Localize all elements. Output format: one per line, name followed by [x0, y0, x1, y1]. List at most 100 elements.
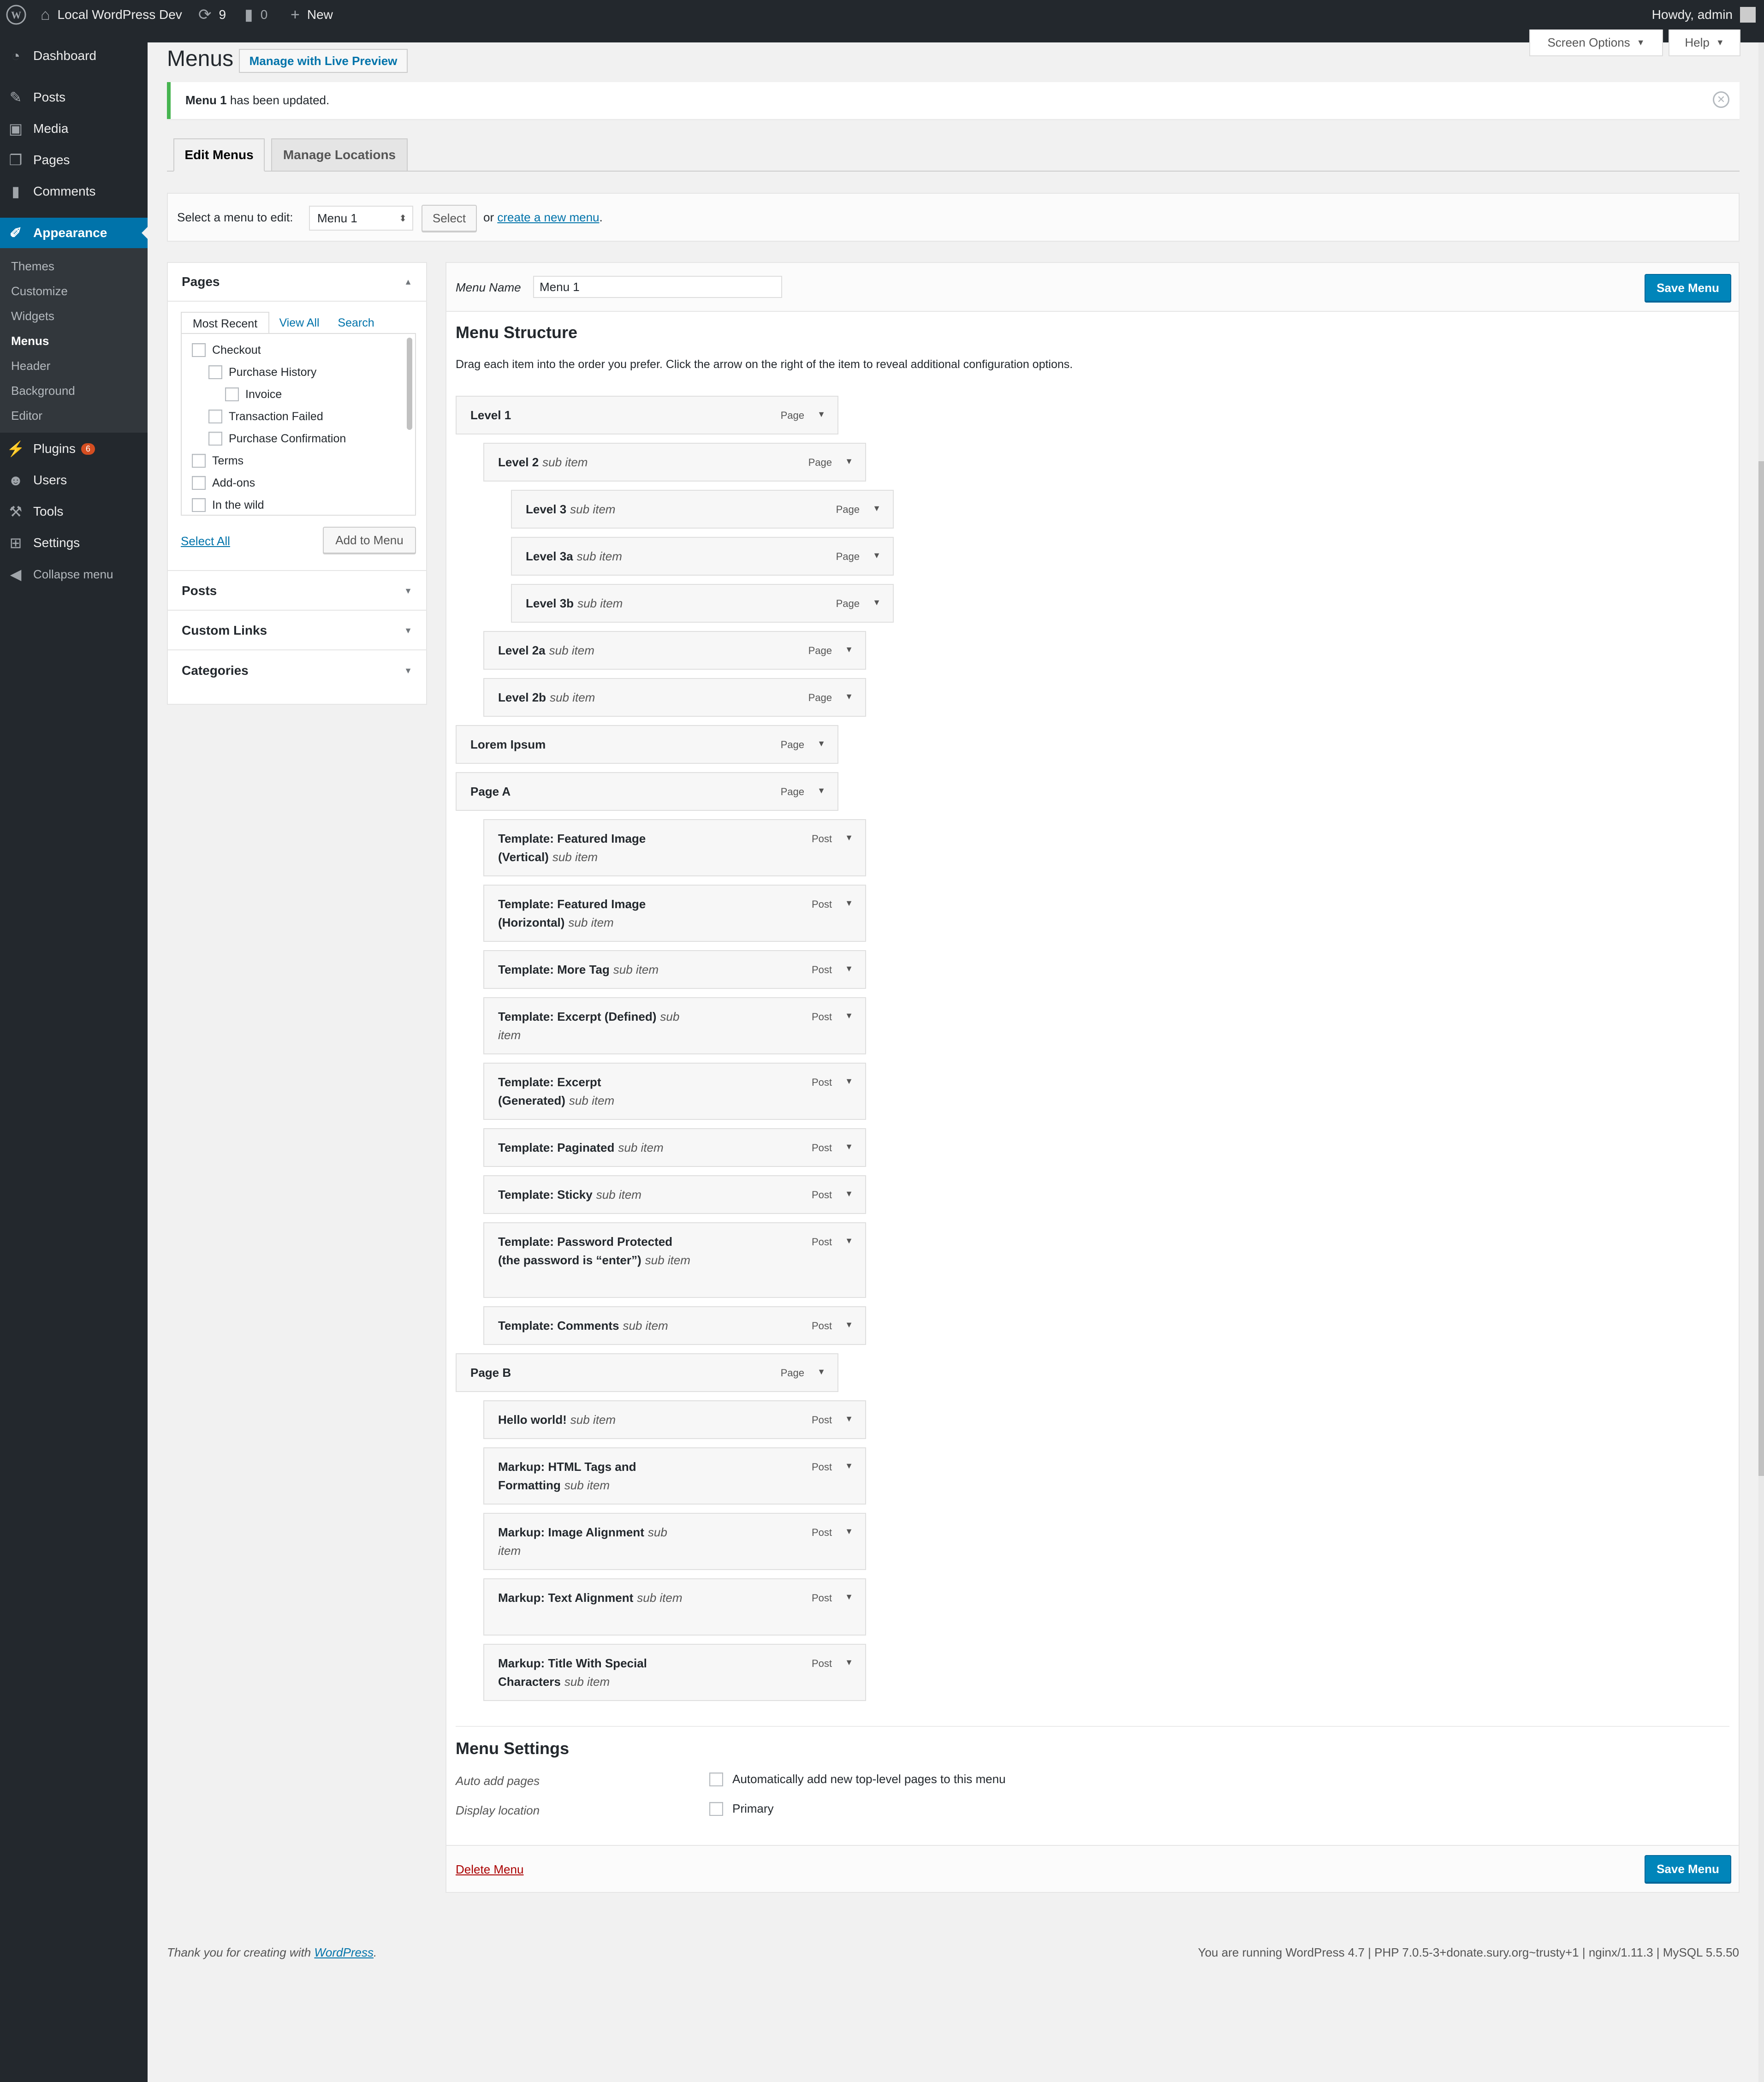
list-item[interactable]: Purchase Confirmation — [208, 432, 346, 446]
menu-item-row[interactable]: Page A Page ▼ — [456, 772, 838, 811]
sidebar-item-appearance[interactable]: ✐ Appearance — [0, 218, 148, 248]
menu-item-row[interactable]: Level 3a sub item Page ▼ — [511, 537, 894, 576]
select-all-link[interactable]: Select All — [181, 534, 230, 548]
submenu-themes[interactable]: Themes — [11, 259, 54, 274]
checkbox[interactable] — [225, 387, 239, 401]
item-edit-toggle-icon[interactable]: ▼ — [845, 1461, 853, 1471]
item-edit-toggle-icon[interactable]: ▼ — [845, 1320, 853, 1330]
new-content-link[interactable]: + New — [291, 0, 333, 30]
page-scrollbar-thumb[interactable] — [1758, 461, 1764, 1476]
menu-item-row[interactable]: Template: Paginated sub item Post ▼ — [483, 1128, 866, 1167]
item-edit-toggle-icon[interactable]: ▼ — [845, 1592, 853, 1602]
checkbox[interactable] — [192, 476, 206, 490]
checkbox[interactable] — [208, 365, 222, 379]
updates-link[interactable]: ⟳ 9 — [198, 0, 226, 30]
menu-item-row[interactable]: Markup: HTML Tags and Formatting sub item… — [483, 1447, 866, 1505]
list-item[interactable]: Terms — [192, 454, 244, 468]
menu-item-row[interactable]: Level 2 sub item Page ▼ — [483, 443, 866, 482]
site-name-link[interactable]: ⌂ Local WordPress Dev — [41, 0, 182, 30]
menu-item-row[interactable]: Markup: Text Alignment sub item Post ▼ — [483, 1578, 866, 1636]
item-edit-toggle-icon[interactable]: ▼ — [845, 1189, 853, 1199]
sidebar-item-plugins[interactable]: ⚡ Plugins 6 — [0, 434, 148, 464]
menu-item-row[interactable]: Level 3 sub item Page ▼ — [511, 490, 894, 529]
menu-item-row[interactable]: Template: Featured Image (Vertical) sub i… — [483, 819, 866, 876]
submenu-customize[interactable]: Customize — [11, 284, 68, 298]
collapse-menu-button[interactable]: ◀ Collapse menu — [0, 559, 148, 589]
menu-item-row[interactable]: Template: More Tag sub item Post ▼ — [483, 950, 866, 989]
accordion-pages-header[interactable]: Pages ▲ — [168, 263, 426, 302]
add-to-menu-button[interactable]: Add to Menu — [323, 527, 416, 553]
item-edit-toggle-icon[interactable]: ▼ — [873, 504, 881, 513]
accordion-categories-header[interactable]: Categories ▼ — [168, 651, 426, 690]
checkbox[interactable] — [192, 498, 206, 512]
checkbox[interactable] — [192, 454, 206, 468]
accordion-custom-links-header[interactable]: Custom Links ▼ — [168, 612, 426, 650]
checkbox[interactable] — [208, 432, 222, 446]
sidebar-item-posts[interactable]: ✎ Posts — [0, 82, 148, 113]
primary-location-checkbox[interactable] — [709, 1802, 723, 1816]
submenu-editor[interactable]: Editor — [11, 409, 42, 423]
tab-edit-menus[interactable]: Edit Menus — [173, 138, 265, 172]
comments-link[interactable]: ▮ 0 — [244, 0, 267, 30]
menu-item-row[interactable]: Level 2b sub item Page ▼ — [483, 678, 866, 717]
menu-item-row[interactable]: Template: Sticky sub item Post ▼ — [483, 1175, 866, 1214]
menu-item-row[interactable]: Markup: Image Alignment sub item Post ▼ — [483, 1513, 866, 1570]
submenu-widgets[interactable]: Widgets — [11, 309, 54, 323]
item-edit-toggle-icon[interactable]: ▼ — [845, 1142, 853, 1152]
tab-search[interactable]: Search — [328, 312, 384, 334]
menu-item-row[interactable]: Template: Password Protected (the passwo… — [483, 1222, 866, 1298]
tab-view-all[interactable]: View All — [274, 312, 325, 334]
item-edit-toggle-icon[interactable]: ▼ — [845, 898, 853, 908]
sidebar-item-tools[interactable]: ⚒ Tools — [0, 496, 148, 527]
save-menu-button-bottom[interactable]: Save Menu — [1645, 1855, 1731, 1883]
checkbox[interactable] — [192, 343, 206, 357]
my-account-link[interactable]: Howdy, admin — [1652, 0, 1756, 30]
list-item[interactable]: In the wild — [192, 498, 264, 512]
live-preview-button[interactable]: Manage with Live Preview — [239, 49, 408, 73]
item-edit-toggle-icon[interactable]: ▼ — [817, 739, 826, 749]
list-item[interactable]: Purchase History — [208, 365, 316, 379]
menu-item-row[interactable]: Hello world! sub item Post ▼ — [483, 1400, 866, 1439]
list-item[interactable]: Invoice — [225, 387, 282, 401]
display-location-option[interactable]: Primary — [709, 1802, 774, 1816]
tab-manage-locations[interactable]: Manage Locations — [271, 138, 408, 172]
item-edit-toggle-icon[interactable]: ▼ — [845, 645, 853, 654]
sidebar-item-media[interactable]: ▣ Media — [0, 113, 148, 144]
menu-item-row[interactable]: Level 3b sub item Page ▼ — [511, 584, 894, 623]
item-edit-toggle-icon[interactable]: ▼ — [845, 1414, 853, 1424]
item-edit-toggle-icon[interactable]: ▼ — [845, 457, 853, 466]
item-edit-toggle-icon[interactable]: ▼ — [845, 1658, 853, 1667]
item-edit-toggle-icon[interactable]: ▼ — [845, 964, 853, 974]
dismiss-icon[interactable]: ✕ — [1713, 91, 1729, 108]
item-edit-toggle-icon[interactable]: ▼ — [817, 1367, 826, 1377]
submenu-header[interactable]: Header — [11, 359, 50, 373]
sidebar-item-settings[interactable]: ⊞ Settings — [0, 528, 148, 558]
menu-item-row[interactable]: Markup: Title With Special Characters sub… — [483, 1644, 866, 1701]
wordpress-logo-icon[interactable]: W — [5, 3, 28, 26]
submenu-menus[interactable]: Menus — [11, 334, 49, 348]
menu-item-row[interactable]: Lorem Ipsum Page ▼ — [456, 725, 838, 764]
select-button[interactable]: Select — [422, 205, 477, 232]
menu-item-row[interactable]: Template: Featured Image (Horizontal) sub… — [483, 885, 866, 942]
item-edit-toggle-icon[interactable]: ▼ — [873, 551, 881, 560]
item-edit-toggle-icon[interactable]: ▼ — [845, 1236, 853, 1246]
list-scrollbar[interactable] — [407, 338, 412, 430]
tab-most-recent[interactable]: Most Recent — [181, 312, 269, 336]
delete-menu-link[interactable]: Delete Menu — [456, 1862, 523, 1877]
auto-add-option[interactable]: Automatically add new top-level pages to… — [709, 1772, 1006, 1786]
checkbox[interactable] — [208, 410, 222, 423]
auto-add-checkbox[interactable] — [709, 1772, 723, 1786]
menu-item-row[interactable]: Template: Excerpt (Defined) sub item Post ▼ — [483, 997, 866, 1054]
help-button[interactable]: Help ▼ — [1669, 30, 1740, 56]
sidebar-item-pages[interactable]: ❐ Pages — [0, 145, 148, 175]
item-edit-toggle-icon[interactable]: ▼ — [845, 1527, 853, 1536]
sidebar-item-users[interactable]: ☻ Users — [0, 465, 148, 495]
accordion-posts-header[interactable]: Posts ▼ — [168, 572, 426, 611]
item-edit-toggle-icon[interactable]: ▼ — [845, 1077, 853, 1086]
menu-item-row[interactable]: Level 1 Page ▼ — [456, 396, 838, 434]
list-item[interactable]: Transaction Failed — [208, 410, 323, 423]
sidebar-item-dashboard[interactable]: ◔ Dashboard — [0, 41, 148, 71]
list-item[interactable]: Add-ons — [192, 476, 255, 490]
sidebar-item-comments[interactable]: ▮ Comments — [0, 176, 148, 207]
list-item[interactable]: Checkout — [192, 343, 261, 357]
